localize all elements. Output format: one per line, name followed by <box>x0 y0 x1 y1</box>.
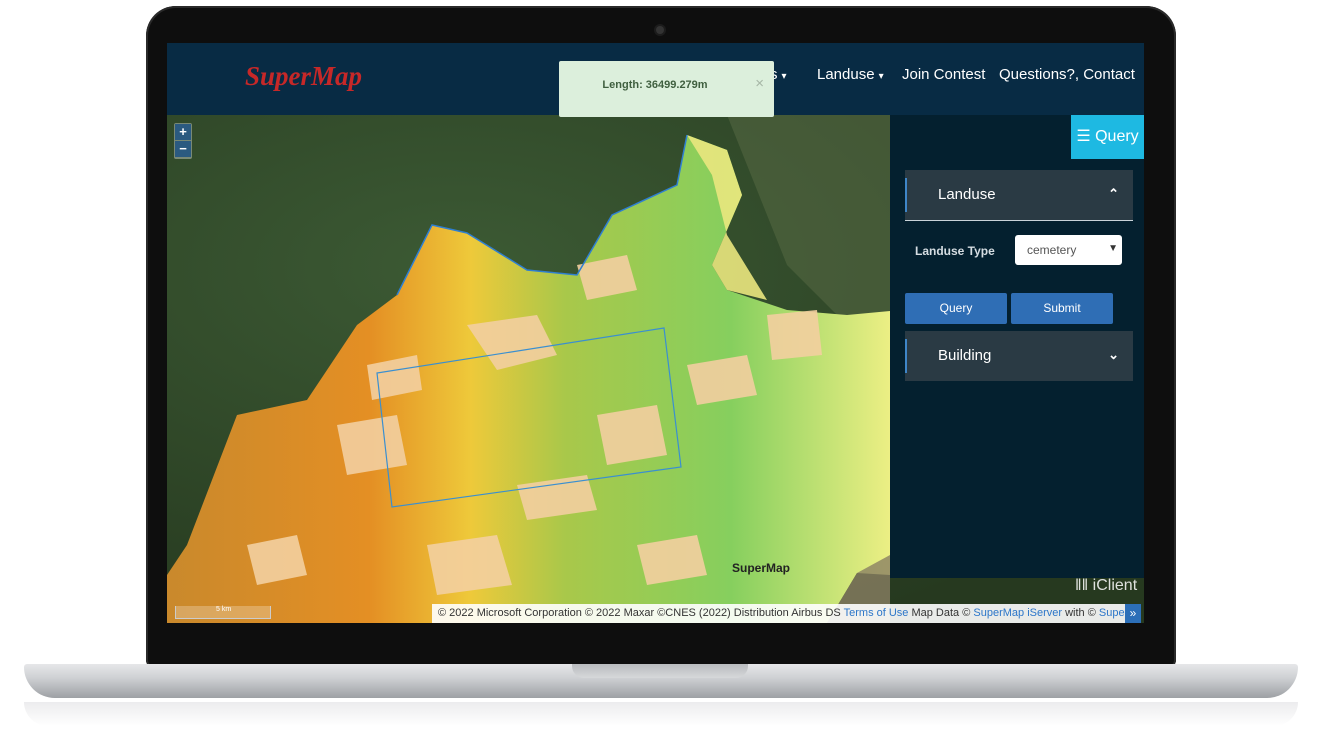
nav-contact[interactable]: Questions?, Contact <box>999 66 1135 83</box>
accordion-landuse[interactable]: Landuse ⌃ <box>905 170 1133 220</box>
chevron-up-icon: ⌃ <box>1108 186 1119 201</box>
nav-join-contest[interactable]: Join Contest <box>902 66 985 83</box>
iclient-logo: ‖‖ iClient <box>1075 577 1138 594</box>
caret-down-icon: ▾ <box>781 71 787 82</box>
caret-down-icon: ▾ <box>878 71 884 82</box>
accordion-building[interactable]: Building ⌄ <box>905 331 1133 381</box>
webcam <box>656 26 664 34</box>
laptop-notch <box>572 664 748 678</box>
attribution-text: with © <box>1062 607 1099 619</box>
landuse-type-label: Landuse Type <box>915 244 995 258</box>
attribution-text: Map Data © <box>908 607 974 619</box>
iserver-link[interactable]: SuperMap iServer <box>973 607 1062 619</box>
measure-result-toast: Length: 36499.279m × <box>559 61 774 117</box>
zoom-in-button[interactable]: + <box>175 124 191 140</box>
brand-logo[interactable]: SuperMap <box>245 61 362 92</box>
terms-of-use-link[interactable]: Terms of Use <box>844 607 909 619</box>
submit-button[interactable]: Submit <box>1011 293 1113 324</box>
map-attribution: © 2022 Microsoft Corporation © 2022 Maxa… <box>432 604 1128 623</box>
map-place-label: SuperMap <box>732 561 791 575</box>
nav-landuse[interactable]: Landuse ▾ <box>817 66 884 83</box>
divider <box>905 220 1133 221</box>
chevron-down-icon: ⌄ <box>1108 347 1119 362</box>
app-screen: SuperMap s▾ Landuse▾ Join Contest Questi… <box>167 43 1144 623</box>
iclient-link[interactable]: SuperMap iClient <box>1099 607 1128 619</box>
scale-bar-text: 5 km <box>216 606 232 613</box>
chevron-down-icon: ▼ <box>1108 243 1118 254</box>
zoom-control: + − <box>174 123 192 159</box>
zoom-out-button[interactable]: − <box>175 141 191 157</box>
query-toggle-button[interactable]: ☰ Query <box>1071 115 1144 159</box>
laptop-reflection <box>24 702 1298 726</box>
accordion-accent <box>905 178 907 212</box>
landuse-type-select[interactable]: cemetery ▼ <box>1015 235 1122 265</box>
iclient-logo-text: iClient <box>1092 577 1138 594</box>
attribution-text: © 2022 Microsoft Corporation © 2022 Maxa… <box>438 607 844 619</box>
scale-bar: 5 km <box>175 606 271 619</box>
nav-landuse-label: Landuse <box>817 66 875 83</box>
accordion-landuse-title: Landuse <box>938 186 996 203</box>
attribution-toggle-button[interactable]: » <box>1125 604 1141 623</box>
accordion-accent <box>905 339 907 373</box>
landuse-type-value: cemetery <box>1027 243 1077 257</box>
close-icon[interactable]: × <box>755 75 764 92</box>
query-panel: ☰ Query Landuse ⌃ Landuse Type cemetery … <box>890 115 1144 578</box>
query-button[interactable]: Query <box>905 293 1007 324</box>
accordion-building-title: Building <box>938 347 992 364</box>
measure-length-text: Length: 36499.279m <box>602 79 708 91</box>
